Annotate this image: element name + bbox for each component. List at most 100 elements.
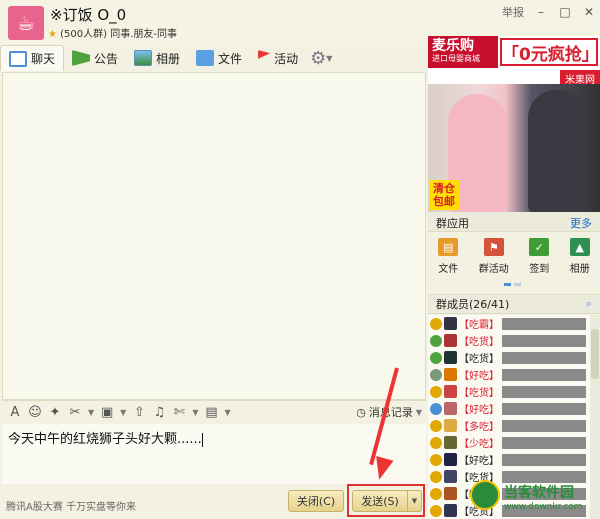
- scissors-icon[interactable]: ✄: [172, 405, 186, 420]
- chevron-down-icon[interactable]: ▼: [224, 408, 230, 417]
- close-button[interactable]: 关闭(C): [288, 490, 344, 512]
- magic-wand-icon[interactable]: ✦: [48, 405, 62, 420]
- member-avatar: [444, 385, 457, 398]
- app-file[interactable]: ▤ 文件: [438, 238, 459, 290]
- ad-image: 清仓包邮: [428, 84, 600, 212]
- group-toolbar: 聊天 公告 相册 文件 活动 ⚙ ▼: [0, 44, 428, 72]
- app-checkin[interactable]: ✓ 签到: [529, 238, 550, 290]
- tab-notice[interactable]: 公告: [64, 45, 126, 71]
- app-label: 相册: [569, 264, 590, 275]
- member-row[interactable]: 【好吃】: [428, 400, 600, 417]
- tab-album[interactable]: 相册: [126, 45, 188, 71]
- apps-pager[interactable]: [504, 283, 521, 286]
- member-avatar: [444, 317, 457, 330]
- group-avatar[interactable]: ☕: [8, 6, 44, 40]
- member-row[interactable]: 【好吃】: [428, 451, 600, 468]
- member-row[interactable]: 【少吃】: [428, 434, 600, 451]
- member-row[interactable]: 【多吃】: [428, 417, 600, 434]
- member-avatar: [444, 453, 457, 466]
- scrollbar-thumb[interactable]: [591, 329, 599, 379]
- member-role-icon: [430, 436, 442, 449]
- member-row[interactable]: 【吃霸】: [428, 315, 600, 332]
- music-icon[interactable]: ♫: [152, 405, 166, 420]
- member-avatar: [444, 487, 457, 500]
- member-tag: 【吃霸】: [459, 320, 499, 331]
- event-flag-icon: [258, 50, 271, 59]
- text-cursor: [201, 432, 203, 447]
- minimize-icon[interactable]: –: [534, 5, 548, 19]
- member-tag: 【好吃】: [459, 371, 499, 382]
- ad-brand: 麦乐购 进口母婴商城: [428, 36, 498, 68]
- tab-label: 活动: [274, 51, 299, 66]
- member-tag: 【吃货】: [459, 388, 499, 399]
- app-album[interactable]: ▲ 相册: [569, 238, 590, 290]
- tab-label: 相册: [156, 51, 181, 66]
- search-icon[interactable]: ⌕: [586, 297, 592, 311]
- member-name-redacted: [502, 419, 586, 432]
- member-row[interactable]: 【吃货】: [428, 383, 600, 400]
- screenshot-icon[interactable]: ✂: [68, 405, 82, 420]
- watermark-logo: [470, 480, 500, 510]
- apps-header: 群应用 更多: [428, 212, 600, 232]
- watermark-url: www.downkr.com: [504, 502, 583, 512]
- member-row[interactable]: 【吃货】: [428, 332, 600, 349]
- maximize-icon[interactable]: □: [558, 5, 572, 19]
- apps-title: 群应用: [436, 217, 469, 230]
- chevron-down-icon[interactable]: ▼: [326, 54, 332, 63]
- close-icon[interactable]: ✕: [582, 5, 596, 19]
- watermark: 当客软件园 www.downkr.com: [470, 480, 600, 519]
- member-avatar: [444, 402, 457, 415]
- member-row[interactable]: 【好吃】: [428, 366, 600, 383]
- ad-slogan: 「0元疯抢」: [500, 38, 599, 66]
- member-avatar: [444, 351, 457, 364]
- ad-brand-sub: 进口母婴商城: [432, 54, 480, 63]
- chevron-down-icon[interactable]: ▼: [88, 408, 94, 417]
- member-name-redacted: [502, 334, 586, 347]
- member-name-redacted: [502, 351, 586, 364]
- member-tag: 【好吃】: [459, 456, 499, 467]
- app-label: 群活动: [478, 264, 509, 275]
- upload-icon[interactable]: ⇧: [132, 405, 146, 420]
- send-highlight-box: [347, 484, 425, 517]
- member-avatar: [444, 436, 457, 449]
- tab-event[interactable]: 活动: [250, 45, 306, 71]
- message-area[interactable]: [2, 72, 426, 400]
- member-role-icon: [430, 385, 442, 398]
- app-label: 文件: [438, 264, 459, 275]
- input-toolbar: A ☺ ✦ ✂ ▼ ▣ ▼ ⇧ ♫ ✄ ▼ ▤ ▼ ◷ 消息记录 ▼: [2, 400, 426, 424]
- message-input[interactable]: 今天中午的红烧狮子头好大颗......: [2, 424, 426, 484]
- member-name-redacted: [502, 368, 586, 381]
- ad-banner[interactable]: 麦乐购 进口母婴商城 「0元疯抢」 米果网 清仓包邮: [428, 36, 600, 212]
- ad-sale-badge: 清仓包邮: [430, 180, 460, 210]
- ad-model-image: [528, 90, 588, 212]
- ad-link[interactable]: 腾讯A股大赛 千万实盘等你来: [6, 498, 136, 513]
- report-link[interactable]: 举报: [502, 4, 524, 20]
- group-event-icon: ⚑: [483, 238, 504, 256]
- member-row[interactable]: 【吃货】: [428, 349, 600, 366]
- input-text: 今天中午的红烧狮子头好大颗......: [8, 432, 202, 447]
- font-icon[interactable]: A: [8, 405, 22, 420]
- member-avatar: [444, 419, 457, 432]
- chevron-down-icon[interactable]: ▼: [192, 408, 198, 417]
- image-icon[interactable]: ▣: [100, 405, 114, 420]
- member-name-redacted: [502, 317, 586, 330]
- member-tag: 【吃货】: [459, 337, 499, 348]
- member-role-icon: [430, 470, 442, 483]
- more-tools-icon[interactable]: ▤: [204, 405, 218, 420]
- apps-more-link[interactable]: 更多: [570, 215, 592, 230]
- chevron-down-icon[interactable]: ▼: [120, 408, 126, 417]
- tab-file[interactable]: 文件: [188, 45, 250, 71]
- history-button[interactable]: ◷ 消息记录 ▼: [356, 404, 422, 420]
- group-name[interactable]: ※订饭 O_0: [50, 4, 126, 25]
- member-tag: 【吃货】: [459, 354, 499, 365]
- window-controls: 举报 – □ ✕: [502, 4, 596, 20]
- gear-icon[interactable]: ⚙: [310, 48, 326, 69]
- member-avatar: [444, 470, 457, 483]
- member-role-icon: [430, 504, 442, 517]
- chevron-down-icon[interactable]: ▼: [416, 408, 422, 417]
- history-label: 消息记录: [368, 406, 413, 419]
- tab-chat[interactable]: 聊天: [0, 45, 65, 71]
- members-title: 群成员(26/41): [436, 298, 510, 311]
- emoji-icon[interactable]: ☺: [28, 405, 42, 420]
- file-icon: ▤: [438, 238, 459, 256]
